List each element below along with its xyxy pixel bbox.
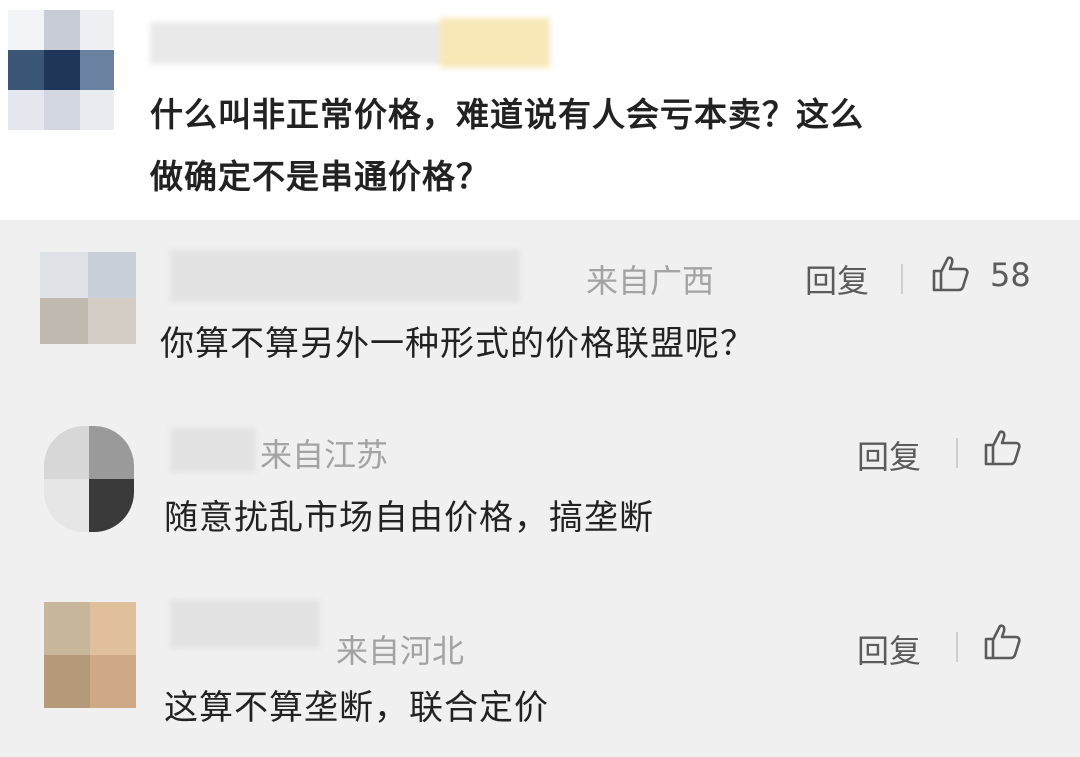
username-blurred[interactable] [150, 14, 550, 72]
top-comment: 什么叫非正常价格，难道说有人会亏本卖？这么 做确定不是串通价格？ [0, 0, 1080, 220]
username-blurred[interactable] [170, 428, 256, 472]
thumbs-up-icon [984, 430, 1021, 466]
reply-item: 来自河北 回复 这算不算垄断，联合定价 [0, 596, 1080, 756]
comment-text-line1: 什么叫非正常价格，难道说有人会亏本卖？这么 [150, 95, 864, 134]
like-button[interactable] [930, 254, 972, 296]
like-count: 58 [990, 256, 1031, 294]
comment-text: 什么叫非正常价格，难道说有人会亏本卖？这么 做确定不是串通价格？ [150, 84, 1050, 208]
divider [956, 438, 958, 468]
reply-text: 随意扰乱市场自由价格，搞垄断 [164, 498, 654, 538]
replies-section: 来自广西 回复 58 你算不算另外一种形式的价格联盟呢？ 来自江苏 回复 随意扰… [0, 220, 1080, 757]
divider [901, 264, 903, 294]
reply-item: 来自江苏 回复 随意扰乱市场自由价格，搞垄断 [0, 416, 1080, 576]
location-label: 来自广西 [586, 262, 715, 300]
avatar[interactable] [44, 426, 134, 532]
thumbs-up-icon [984, 624, 1021, 660]
like-button[interactable] [982, 622, 1024, 664]
reply-text: 你算不算另外一种形式的价格联盟呢？ [160, 324, 755, 364]
username-blurred[interactable] [170, 250, 520, 302]
divider [956, 632, 958, 662]
location-label: 来自河北 [336, 632, 465, 670]
reply-button[interactable]: 回复 [805, 256, 869, 302]
comment-text-line2: 做确定不是串通价格？ [150, 157, 490, 196]
location-label: 来自江苏 [260, 436, 389, 474]
reply-item: 来自广西 回复 58 你算不算另外一种形式的价格联盟呢？ [0, 220, 1080, 390]
thumbs-up-icon [932, 256, 969, 292]
like-button[interactable] [982, 428, 1024, 470]
avatar[interactable] [8, 10, 114, 130]
avatar[interactable] [40, 252, 136, 344]
reply-text: 这算不算垄断，联合定价 [164, 688, 549, 728]
reply-button[interactable]: 回复 [857, 626, 921, 672]
avatar[interactable] [44, 602, 136, 708]
username-blurred[interactable] [170, 600, 320, 648]
reply-button[interactable]: 回复 [857, 432, 921, 478]
